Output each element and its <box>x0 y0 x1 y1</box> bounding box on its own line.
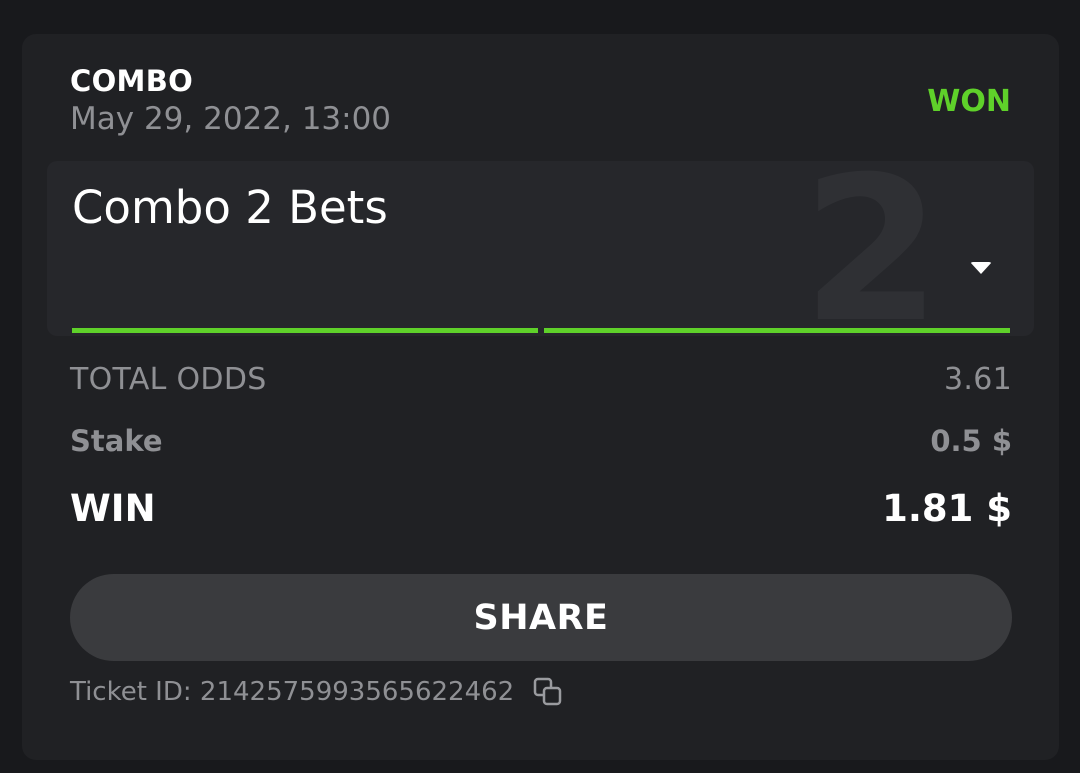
bet-date: May 29, 2022, 13:00 <box>70 101 392 137</box>
stake-row: Stake 0.5 $ <box>70 424 1012 458</box>
caret-down-icon <box>970 262 992 274</box>
stake-value: 0.5 $ <box>930 424 1012 458</box>
bet-ticket-card: COMBO May 29, 2022, 13:00 WON 2 Combo 2 … <box>22 34 1059 760</box>
leg-status-segment <box>544 328 1010 333</box>
win-value: 1.81 $ <box>882 487 1012 530</box>
ticket-id-row: Ticket ID: 2142575993565622462 <box>70 676 564 708</box>
combo-count-watermark: 2 <box>802 161 942 336</box>
combo-title: Combo 2 Bets <box>72 181 388 234</box>
share-button[interactable]: SHARE <box>70 574 1012 661</box>
ticket-id-text: Ticket ID: 2142575993565622462 <box>70 677 515 707</box>
total-odds-row: TOTAL ODDS 3.61 <box>70 362 1012 397</box>
legs-progress-bar <box>72 328 1010 333</box>
copy-icon[interactable] <box>532 676 564 708</box>
win-row: WIN 1.81 $ <box>70 487 1012 530</box>
bet-type: COMBO <box>70 64 194 98</box>
leg-status-segment <box>72 328 538 333</box>
combo-panel[interactable]: 2 Combo 2 Bets <box>47 161 1034 336</box>
status-badge: WON <box>927 84 1011 119</box>
stake-label: Stake <box>70 424 163 458</box>
win-label: WIN <box>70 487 156 530</box>
expand-button[interactable] <box>959 246 1003 290</box>
total-odds-value: 3.61 <box>944 362 1012 397</box>
total-odds-label: TOTAL ODDS <box>70 362 267 397</box>
